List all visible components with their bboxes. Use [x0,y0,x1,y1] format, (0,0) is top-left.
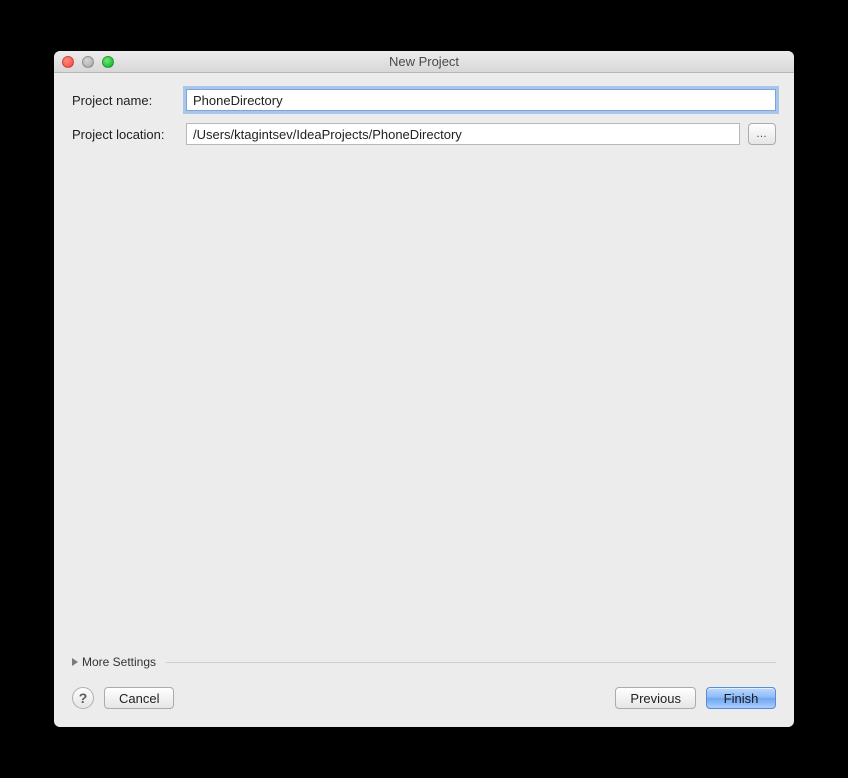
window-controls [54,56,114,68]
content-spacer [72,157,776,649]
more-settings-toggle[interactable]: More Settings [72,649,776,679]
project-name-label: Project name: [72,93,178,108]
zoom-window-button[interactable] [102,56,114,68]
more-settings-divider [166,662,776,663]
finish-button[interactable]: Finish [706,687,776,709]
disclosure-triangle-icon [72,658,78,666]
project-location-label: Project location: [72,127,178,142]
help-button[interactable]: ? [72,687,94,709]
dialog-content: Project name: Project location: … More S… [54,73,794,679]
new-project-dialog: New Project Project name: Project locati… [54,51,794,727]
minimize-window-button[interactable] [82,56,94,68]
previous-button[interactable]: Previous [615,687,696,709]
window-title: New Project [54,54,794,69]
titlebar: New Project [54,51,794,73]
project-name-input[interactable] [186,89,776,111]
project-name-row: Project name: [72,89,776,111]
browse-location-button[interactable]: … [748,123,776,145]
project-location-input[interactable] [186,123,740,145]
cancel-button[interactable]: Cancel [104,687,174,709]
close-window-button[interactable] [62,56,74,68]
button-bar: ? Cancel Previous Finish [54,679,794,727]
more-settings-label: More Settings [82,655,156,669]
project-location-row: Project location: … [72,123,776,145]
